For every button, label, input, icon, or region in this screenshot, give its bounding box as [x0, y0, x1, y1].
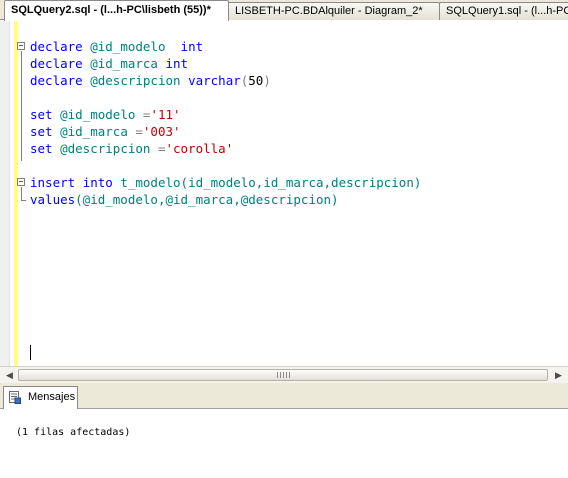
outline-end-mark: [21, 200, 26, 201]
tab-sqlquery1[interactable]: SQLQuery1.sql - (l...h-PC\lisbeth (54)): [439, 2, 568, 20]
document-tab-strip: SQLQuery2.sql - (l...h-PC\lisbeth (55))*…: [0, 0, 568, 21]
scrollbar-thumb[interactable]: [18, 369, 548, 381]
tab-diagram2[interactable]: LISBETH-PC.BDAlquiler - Diagram_2*: [228, 2, 440, 20]
sql-editor[interactable]: − − declare @id_modelo int declare @id_m…: [0, 21, 568, 366]
messages-icon: [9, 391, 21, 404]
type: int: [165, 56, 189, 71]
keyword: declare: [30, 39, 83, 54]
size-literal: 50: [248, 73, 264, 88]
results-tab-strip: Mensajes: [0, 383, 568, 409]
messages-pane[interactable]: (1 filas afectadas): [0, 409, 568, 478]
code-line: set @id_modelo ='11': [30, 106, 181, 123]
code-line: set @id_marca ='003': [30, 123, 181, 140]
keyword: insert: [30, 175, 76, 190]
keyword: into: [82, 175, 113, 190]
type: varchar: [188, 73, 241, 88]
scroll-left-arrow-icon[interactable]: ◀: [2, 368, 17, 382]
selection-margin: [0, 21, 10, 366]
code-line: declare @id_modelo int: [30, 38, 203, 55]
variable: @descripcion: [90, 73, 181, 88]
code-line: insert into t_modelo(id_modelo,id_marca,…: [30, 174, 421, 191]
text-caret: [30, 345, 31, 360]
change-tracking-bar: [14, 21, 18, 366]
code-line: declare @descripcion varchar(50): [30, 72, 271, 89]
scroll-right-arrow-icon[interactable]: ▶: [551, 368, 566, 382]
grip-icon: [277, 372, 291, 378]
code-line: declare @id_marca int: [30, 55, 188, 72]
value-list: (@id_modelo,@id_marca,@descripcion): [75, 192, 339, 207]
keyword: set: [30, 124, 53, 139]
code-line: set @descripcion ='corolla': [30, 140, 233, 157]
code-line: values(@id_modelo,@id_marca,@descripcion…: [30, 191, 339, 208]
variable: @id_modelo: [90, 39, 166, 54]
column-list: (id_modelo,id_marca,descripcion): [180, 175, 422, 190]
horizontal-scrollbar[interactable]: ◀ ▶: [0, 366, 568, 383]
keyword: set: [30, 107, 53, 122]
type: int: [180, 39, 204, 54]
variable: @id_marca: [90, 56, 158, 71]
string-literal: '11': [150, 107, 181, 122]
operator: =: [135, 124, 143, 139]
collapse-minus-icon[interactable]: −: [17, 42, 25, 50]
tab-label: Mensajes: [28, 391, 76, 403]
keyword: values: [30, 192, 76, 207]
keyword: set: [30, 141, 53, 156]
tab-mensajes[interactable]: Mensajes: [3, 386, 78, 409]
table-name: t_modelo: [120, 175, 181, 190]
paren: ): [263, 73, 271, 88]
outline-guide: [21, 51, 22, 161]
tab-sqlquery2[interactable]: SQLQuery2.sql - (l...h-PC\lisbeth (55))*: [4, 0, 229, 21]
string-literal: '003': [142, 124, 181, 139]
string-literal: 'corolla': [165, 141, 234, 156]
outline-guide: [21, 187, 22, 201]
variable: @id_marca: [60, 124, 128, 139]
keyword: declare: [30, 73, 83, 88]
variable: @id_modelo: [60, 107, 136, 122]
result-message: (1 filas afectadas): [16, 427, 131, 438]
variable: @descripcion: [60, 141, 151, 156]
keyword: declare: [30, 56, 83, 71]
collapse-minus-icon[interactable]: −: [17, 178, 25, 186]
